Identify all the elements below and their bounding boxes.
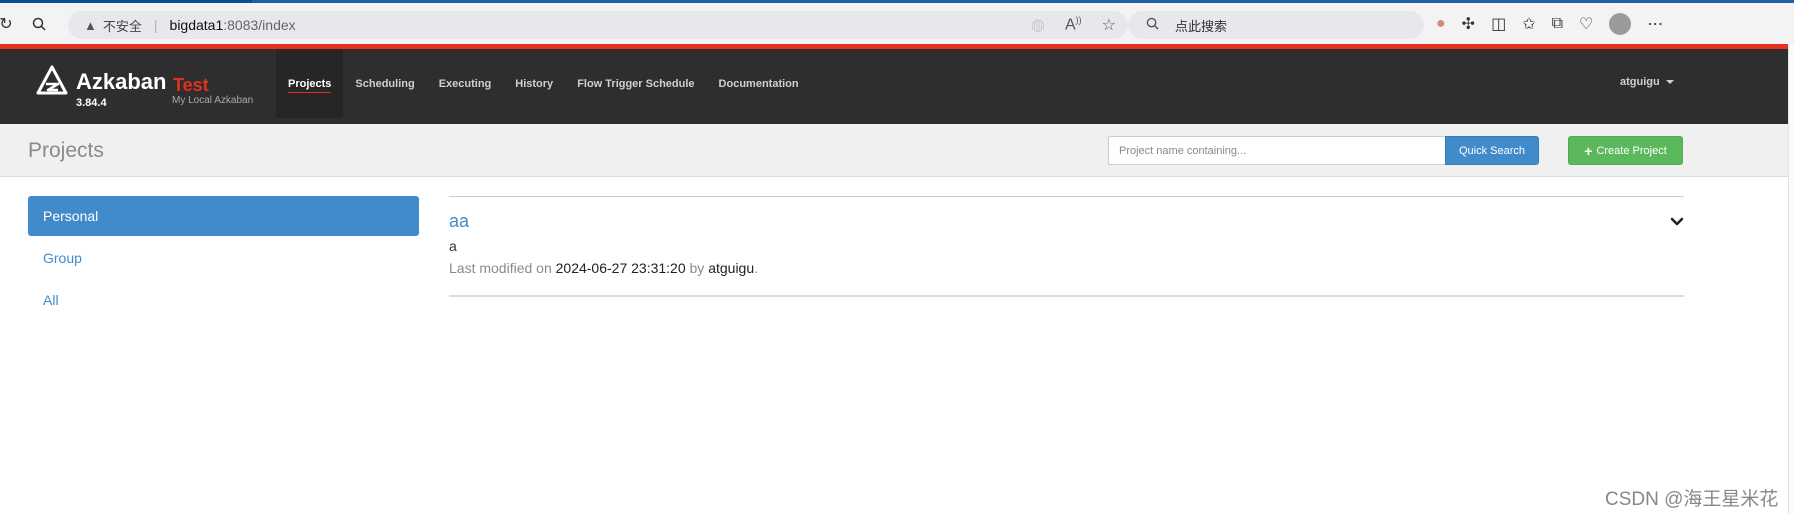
split-screen-icon[interactable]: ◫: [1491, 14, 1506, 34]
main-nav: Projects Scheduling Executing History Fl…: [276, 49, 811, 118]
profile-avatar[interactable]: [1609, 13, 1632, 35]
tracking-icon[interactable]: ◍: [1031, 15, 1045, 35]
favorite-star-icon[interactable]: ☆: [1102, 15, 1116, 35]
page-header: Projects Quick Search + Create Project: [0, 124, 1788, 177]
url-path: :8083/index: [223, 17, 296, 33]
read-aloud-icon[interactable]: A)): [1065, 15, 1082, 35]
quick-search-button[interactable]: Quick Search: [1445, 136, 1539, 165]
nav-documentation[interactable]: Documentation: [707, 49, 811, 118]
nav-projects[interactable]: Projects: [276, 49, 344, 118]
brand-environment-tag: Test: [173, 75, 209, 95]
address-separator: |: [153, 17, 158, 33]
azkaban-logo-icon[interactable]: [36, 65, 68, 97]
user-menu[interactable]: atguigu: [1620, 76, 1674, 88]
brand-name[interactable]: Azkaban: [76, 69, 166, 95]
project-filter-list: Personal Group All: [28, 196, 419, 322]
refresh-icon[interactable]: ↻: [0, 12, 18, 36]
browser-search-box[interactable]: 点此搜索: [1128, 11, 1424, 39]
search-icon: [1146, 17, 1159, 33]
trailing-period: .: [754, 260, 759, 276]
address-bar[interactable]: ▲ 不安全 | bigdata1:8083/index ◍ A)) ☆: [68, 11, 1128, 39]
filter-all[interactable]: All: [28, 280, 419, 320]
user-name: atguigu: [1620, 76, 1660, 88]
watermark-text: CSDN @海王星米花: [1605, 489, 1779, 510]
modified-time: 2024-06-27 23:31:20: [555, 260, 686, 276]
chevron-down-icon[interactable]: [1670, 215, 1684, 229]
project-list: aa a Last modified on 2024-06-27 23:31:2…: [449, 196, 1684, 297]
scrollbar-track[interactable]: [1788, 44, 1794, 514]
extensions-puzzle-icon[interactable]: ✣: [1462, 14, 1475, 34]
extension-pig-icon[interactable]: ●: [1436, 15, 1446, 33]
modified-by: atguigu: [708, 260, 755, 276]
nav-scheduling[interactable]: Scheduling: [343, 49, 426, 118]
instance-subtitle: My Local Azkaban: [172, 95, 254, 106]
plus-icon: +: [1584, 142, 1593, 159]
active-tab-indicator: [0, 0, 252, 3]
project-modified-info: Last modified on 2024-06-27 23:31:20 by …: [449, 260, 1684, 276]
page-title: Projects: [28, 139, 104, 162]
filter-group[interactable]: Group: [28, 238, 419, 278]
azkaban-header: Azkaban Test 3.84.4 My Local Azkaban Pro…: [0, 49, 1788, 124]
browser-toolbar: ↻ ▲ 不安全 | bigdata1:8083/index ◍ A)) ☆ 点此…: [0, 0, 1794, 44]
by-word: by: [689, 260, 705, 276]
nav-executing[interactable]: Executing: [427, 49, 504, 118]
create-project-button[interactable]: + Create Project: [1568, 136, 1683, 165]
list-item: aa a Last modified on 2024-06-27 23:31:2…: [449, 197, 1684, 297]
modified-prefix: Last modified on: [449, 260, 552, 276]
project-description: a: [449, 238, 457, 254]
search-icon[interactable]: [27, 12, 51, 36]
collections-icon[interactable]: ⧉: [1552, 15, 1563, 33]
security-label: 不安全: [102, 18, 142, 34]
url-host: bigdata1: [169, 17, 224, 33]
caret-down-icon: [1665, 80, 1674, 85]
more-menu-icon[interactable]: ⋯: [1647, 14, 1663, 34]
warning-icon: ▲: [84, 17, 97, 33]
filter-personal[interactable]: Personal: [28, 196, 419, 236]
favorites-icon[interactable]: ✩: [1522, 14, 1535, 34]
version-label: 3.84.4: [76, 97, 107, 109]
nav-history[interactable]: History: [503, 49, 565, 118]
project-name-link[interactable]: aa: [449, 211, 1684, 232]
nav-flow-trigger-schedule[interactable]: Flow Trigger Schedule: [565, 49, 706, 118]
project-search-input[interactable]: [1108, 136, 1445, 165]
browser-essentials-icon[interactable]: ♡: [1579, 14, 1593, 34]
browser-search-placeholder: 点此搜索: [1175, 18, 1228, 34]
create-project-label: Create Project: [1596, 144, 1667, 157]
